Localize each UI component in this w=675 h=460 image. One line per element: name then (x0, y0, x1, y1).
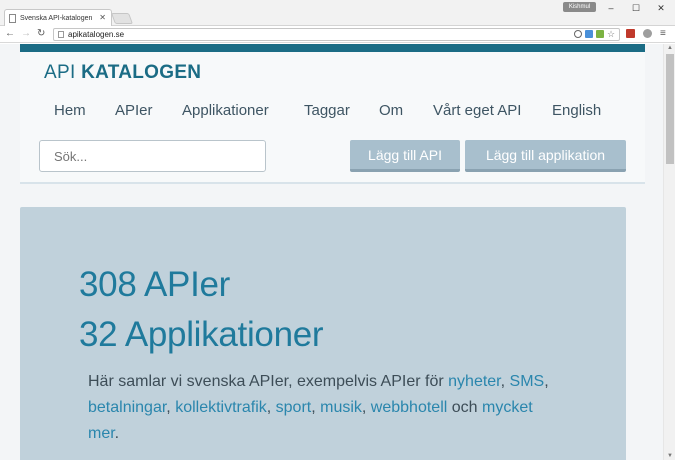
lock-icon (58, 31, 64, 38)
page-viewport: API KATALOGEN Hem APIer Applikationer Ta… (0, 44, 663, 460)
tab-title: Svenska API-katalogen (20, 15, 93, 22)
extension-icon[interactable] (596, 30, 604, 38)
link-webbhotell[interactable]: webbhotell (371, 399, 448, 416)
nav-item-om[interactable]: Om (379, 102, 403, 119)
url-text: apikatalogen.se (68, 30, 125, 39)
bookmark-star-icon[interactable]: ☆ (607, 30, 615, 39)
maximize-icon[interactable]: ☐ (629, 3, 643, 13)
zoom-icon[interactable] (574, 30, 582, 38)
nav-item-hem[interactable]: Hem (54, 102, 86, 119)
add-api-button[interactable]: Lägg till API (350, 140, 460, 172)
minimize-icon[interactable]: – (604, 3, 618, 13)
nav-item-taggar[interactable]: Taggar (304, 102, 350, 119)
nav-item-apier[interactable]: APIer (115, 102, 153, 119)
main-nav: Hem APIer Applikationer Taggar Om Vårt e… (20, 102, 645, 122)
page-icon (9, 14, 16, 23)
extension-red-icon[interactable] (626, 29, 635, 38)
sentence-end: . (114, 425, 120, 442)
reload-icon[interactable]: ↻ (37, 28, 45, 40)
browser-toolbar: ← → ↻ apikatalogen.se ☆ ≡ (0, 26, 675, 43)
close-icon[interactable]: ✕ (99, 13, 106, 22)
forward-icon[interactable]: → (21, 28, 31, 40)
back-icon[interactable]: ← (5, 28, 15, 40)
site-logo[interactable]: API KATALOGEN (44, 62, 201, 84)
nav-item-vart-eget-api[interactable]: Vårt eget API (433, 102, 521, 119)
scroll-up-icon[interactable]: ▲ (667, 45, 673, 51)
hero-panel: 308 APIer 32 Applikationer Här samlar vi… (20, 207, 626, 460)
browser-tab[interactable]: Svenska API-katalogen ✕ (4, 9, 112, 27)
link-sms[interactable]: SMS (510, 373, 545, 390)
address-bar[interactable]: apikatalogen.se ☆ (53, 28, 620, 41)
link-nyheter[interactable]: nyheter (448, 373, 500, 390)
page-scrollbar[interactable]: ▲ ▼ (663, 44, 675, 460)
menu-icon[interactable]: ≡ (660, 28, 666, 40)
logo-bold-text: KATALOGEN (81, 62, 202, 83)
window-close-icon[interactable]: ✕ (654, 3, 668, 13)
scroll-down-icon[interactable]: ▼ (667, 453, 673, 459)
search-input[interactable] (39, 140, 266, 172)
app-count-heading: 32 Applikationer (79, 315, 324, 354)
nav-item-applikationer[interactable]: Applikationer (182, 102, 269, 119)
api-count-heading: 308 APIer (79, 265, 231, 304)
intro-text: Här samlar vi svenska APIer, exempelvis … (88, 373, 444, 390)
browser-titlebar: Svenska API-katalogen ✕ Kishmul – ☐ ✕ (0, 0, 675, 27)
user-badge[interactable]: Kishmul (563, 2, 596, 12)
add-application-button[interactable]: Lägg till applikation (465, 140, 626, 172)
nav-item-english[interactable]: English (552, 102, 601, 119)
link-sport[interactable]: sport (276, 399, 312, 416)
new-tab-button[interactable] (110, 13, 134, 24)
link-kollektivtrafik[interactable]: kollektivtrafik (175, 399, 267, 416)
link-betalningar[interactable]: betalningar (88, 399, 166, 416)
conjunction-text: och (451, 399, 478, 416)
scroll-thumb[interactable] (666, 54, 674, 164)
site-header: API KATALOGEN Hem APIer Applikationer Ta… (20, 44, 645, 184)
link-musik[interactable]: musik (320, 399, 362, 416)
extension-gray-icon[interactable] (643, 29, 652, 38)
translate-icon[interactable] (585, 30, 593, 38)
intro-paragraph: Här samlar vi svenska APIer, exempelvis … (88, 373, 549, 442)
logo-light-text: API (44, 62, 76, 83)
